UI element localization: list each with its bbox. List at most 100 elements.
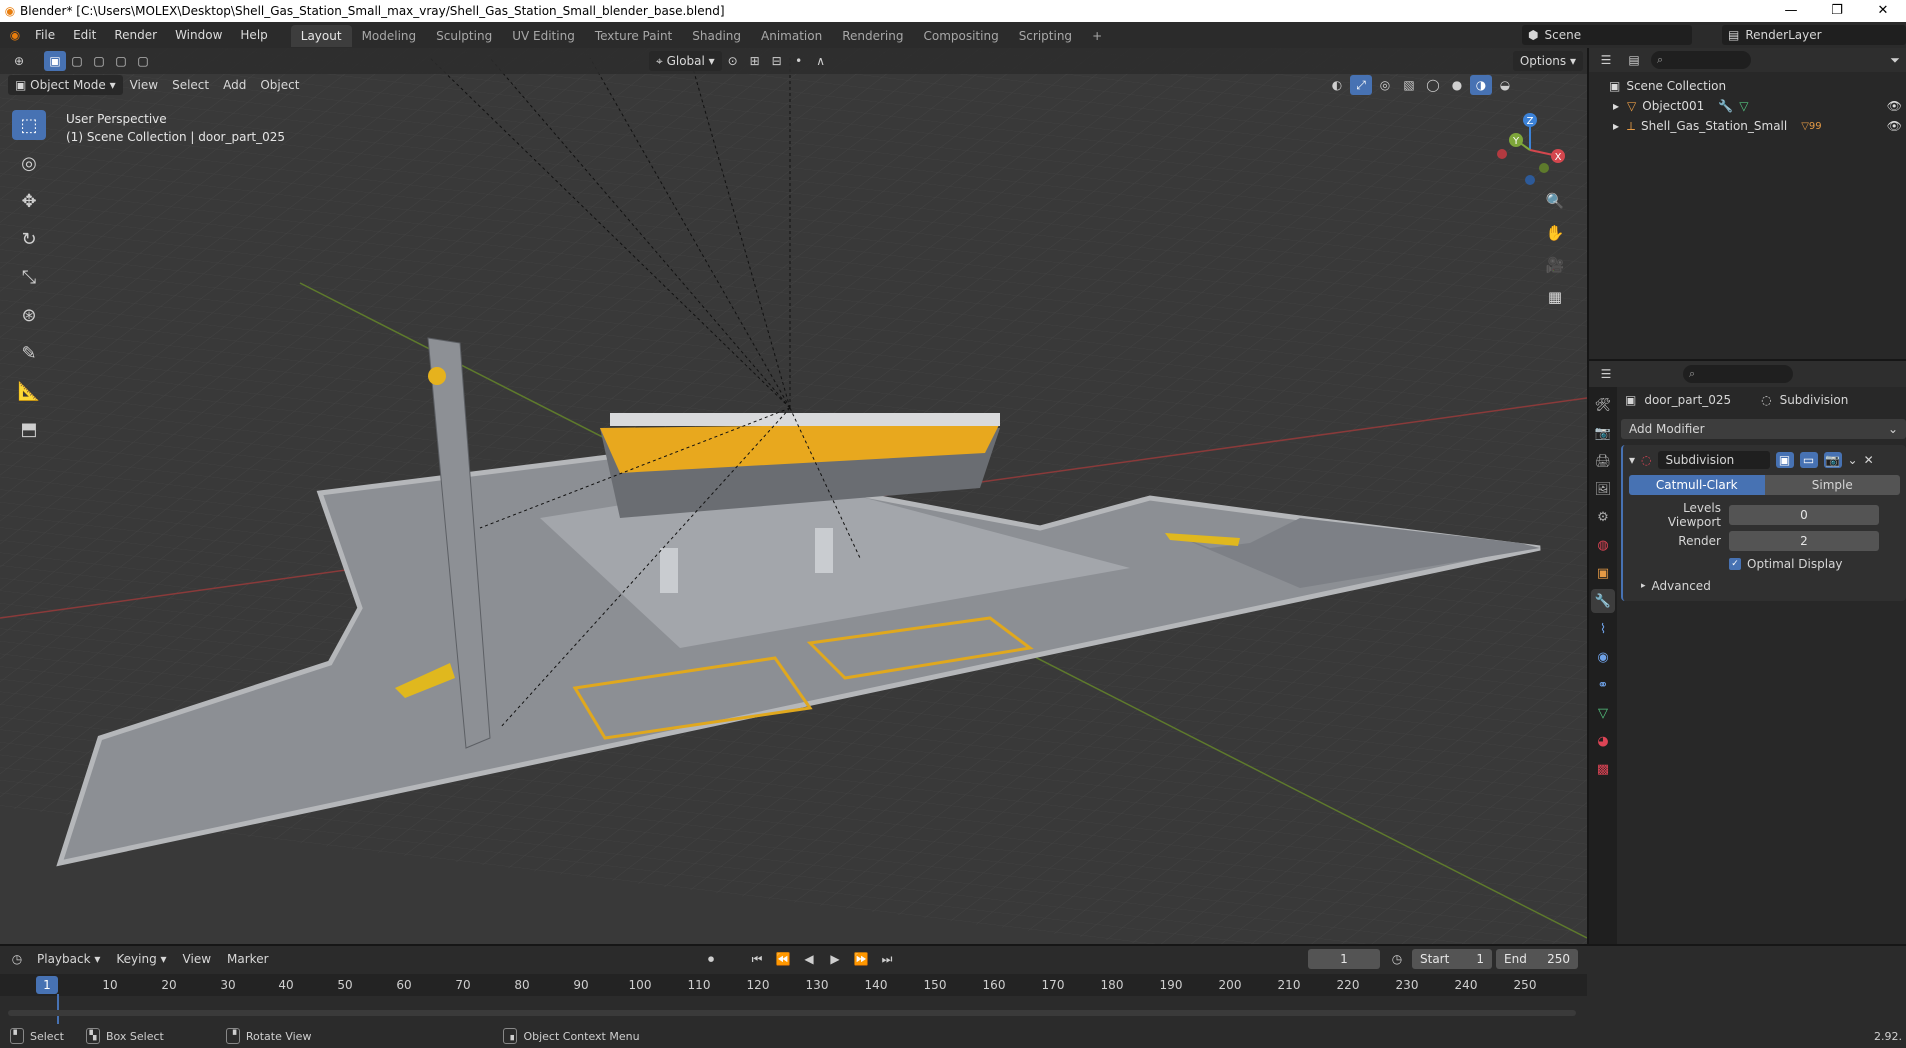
display-mode-icon[interactable]: ▤ — [1623, 50, 1645, 70]
constraints-tab-icon[interactable]: ⚭ — [1591, 673, 1615, 697]
record-icon[interactable]: ⏺ — [700, 949, 722, 969]
ortho-grid-icon[interactable]: ▦ — [1543, 286, 1567, 308]
select-invert-icon[interactable]: ▢ — [110, 51, 132, 71]
menu-object[interactable]: Object — [253, 75, 306, 95]
measure-tool-icon[interactable]: 📐 — [12, 376, 46, 406]
render-toggle-icon[interactable]: 📷 — [1823, 452, 1842, 468]
zoom-icon[interactable]: 🔍 — [1543, 190, 1567, 212]
tab-uv-editing[interactable]: UV Editing — [502, 25, 585, 47]
minimize-button[interactable]: — — [1768, 0, 1814, 22]
tab-texture-paint[interactable]: Texture Paint — [585, 25, 682, 47]
rendered-shading-icon[interactable]: ◒ — [1494, 75, 1516, 95]
solid-shading-icon[interactable]: ● — [1446, 75, 1468, 95]
remove-modifier-icon[interactable]: ✕ — [1864, 453, 1874, 467]
render-layer-selector[interactable]: ▤ RenderLayer — [1722, 25, 1906, 45]
pan-hand-icon[interactable]: ✋ — [1543, 222, 1567, 244]
scale-tool-icon[interactable]: ⤡ — [12, 262, 46, 292]
object-mode-dropdown[interactable]: ▣ Object Mode ▾ — [8, 75, 123, 95]
camera-view-icon[interactable]: 🎥 — [1543, 254, 1567, 276]
start-frame-field[interactable]: Start 1 — [1412, 949, 1492, 969]
annotate-tool-icon[interactable]: ✎ — [12, 338, 46, 368]
tool-tab-icon[interactable]: 🛠 — [1591, 393, 1615, 417]
snap-target-icon[interactable]: ⊟ — [766, 51, 788, 71]
scene-collection-row[interactable]: ▣ Scene Collection — [1609, 76, 1906, 96]
optimal-display-checkbox[interactable]: ✓ — [1729, 558, 1741, 570]
advanced-subpanel[interactable]: ▸ Advanced — [1629, 579, 1900, 593]
menu-view[interactable]: View — [176, 949, 218, 969]
physics-tab-icon[interactable]: ◉ — [1591, 645, 1615, 669]
frame-ruler[interactable]: 1 10 20 30 40 50 60 70 80 90 100 110 120… — [0, 974, 1587, 1024]
material-tab-icon[interactable]: ◕ — [1591, 729, 1615, 753]
close-button[interactable]: ✕ — [1860, 0, 1906, 22]
timeline-scrollbar[interactable] — [8, 1010, 1576, 1016]
world-tab-icon[interactable]: ◍ — [1591, 533, 1615, 557]
expand-arrow-icon[interactable]: ▸ — [1613, 119, 1619, 133]
tab-modeling[interactable]: Modeling — [352, 25, 427, 47]
transform-orientation-dropdown[interactable]: ⌖ Global ▾ — [649, 51, 722, 71]
outliner-item-shell-gas-station[interactable]: ▸ ⟂ Shell_Gas_Station_Small ▽99 👁 — [1609, 116, 1906, 136]
gizmo-neg-z[interactable] — [1525, 175, 1535, 185]
catmull-clark-button[interactable]: Catmull-Clark — [1629, 475, 1765, 495]
navigation-gizmo[interactable]: Z X Y — [1490, 110, 1570, 190]
menu-file[interactable]: File — [26, 22, 64, 48]
xray-toggle-icon[interactable]: ▧ — [1398, 75, 1420, 95]
menu-render[interactable]: Render — [105, 22, 166, 48]
next-keyframe-icon[interactable]: ⏩ — [850, 949, 872, 969]
select-subtract-icon[interactable]: ▢ — [88, 51, 110, 71]
editor-type-icon[interactable]: ⊕ — [8, 51, 30, 71]
playhead-frame-indicator[interactable]: 1 — [36, 976, 58, 994]
visibility-icon[interactable]: ◐ — [1326, 75, 1348, 95]
viewport-toggle-icon[interactable]: ▭ — [1799, 452, 1818, 468]
visibility-eye-icon[interactable]: 👁 — [1887, 99, 1902, 113]
current-frame-field[interactable]: 1 — [1308, 949, 1380, 969]
blender-menu-icon[interactable]: ◉ — [4, 25, 26, 45]
gizmo-neg-x[interactable] — [1497, 149, 1507, 159]
outliner-editor-icon[interactable]: ☰ — [1595, 50, 1617, 70]
data-tab-icon[interactable]: ▽ — [1591, 701, 1615, 725]
modifier-name-field[interactable]: Subdivision — [1657, 451, 1770, 469]
maximize-button[interactable]: ❐ — [1814, 0, 1860, 22]
filter-icon[interactable]: ⏷ — [1884, 50, 1906, 70]
tab-compositing[interactable]: Compositing — [913, 25, 1008, 47]
select-mode-icon[interactable]: ▣ — [44, 51, 66, 71]
rotate-tool-icon[interactable]: ↻ — [12, 224, 46, 254]
texture-tab-icon[interactable]: ▩ — [1591, 757, 1615, 781]
menu-help[interactable]: Help — [231, 22, 276, 48]
preview-range-icon[interactable]: ◷ — [1386, 949, 1408, 969]
transform-tool-icon[interactable]: ⊛ — [12, 300, 46, 330]
snap-icon[interactable]: ⊞ — [744, 51, 766, 71]
select-extend-icon[interactable]: ▢ — [66, 51, 88, 71]
keying-dropdown[interactable]: Keying ▾ — [109, 949, 173, 969]
proportional-edit-icon[interactable]: • — [788, 51, 810, 71]
select-intersect-icon[interactable]: ▢ — [132, 51, 154, 71]
render-tab-icon[interactable]: 📷 — [1591, 421, 1615, 445]
collapse-arrow-icon[interactable]: ▾ — [1629, 453, 1635, 467]
menu-edit[interactable]: Edit — [64, 22, 105, 48]
tab-sculpting[interactable]: Sculpting — [426, 25, 502, 47]
falloff-icon[interactable]: ∧ — [810, 51, 832, 71]
levels-viewport-field[interactable]: 0 — [1729, 505, 1879, 525]
menu-marker[interactable]: Marker — [220, 949, 275, 969]
edit-mode-toggle-icon[interactable]: ▣ — [1775, 452, 1794, 468]
material-shading-icon[interactable]: ◑ — [1470, 75, 1492, 95]
overlay-toggle-icon[interactable]: ◎ — [1374, 75, 1396, 95]
menu-view[interactable]: View — [123, 75, 165, 95]
wireframe-shading-icon[interactable]: ◯ — [1422, 75, 1444, 95]
optimal-display-row[interactable]: ✓ Optimal Display — [1629, 557, 1900, 571]
move-tool-icon[interactable]: ✥ — [12, 186, 46, 216]
3d-viewport[interactable]: ⊕ ▣ ▢ ▢ ▢ ▢ ⌖ Global ▾ ⊙ ⊞ ⊟ • ∧ Options… — [0, 48, 1587, 944]
outliner-search-input[interactable]: ⌕ — [1651, 51, 1751, 69]
gizmo-toggle-icon[interactable]: ⤢ — [1350, 75, 1372, 95]
timeline-editor-icon[interactable]: ◷ — [6, 949, 28, 969]
scene-tab-icon[interactable]: ⚙ — [1591, 505, 1615, 529]
object-tab-icon[interactable]: ▣ — [1591, 561, 1615, 585]
menu-window[interactable]: Window — [166, 22, 231, 48]
pivot-point-icon[interactable]: ⊙ — [722, 51, 744, 71]
view-layer-tab-icon[interactable]: 🖼 — [1591, 477, 1615, 501]
visibility-eye-icon[interactable]: 👁 — [1887, 119, 1902, 133]
menu-add[interactable]: Add — [216, 75, 253, 95]
end-frame-field[interactable]: End 250 — [1496, 949, 1578, 969]
add-cube-tool-icon[interactable]: ⬒ — [12, 414, 46, 444]
outliner-item-object001[interactable]: ▸ ▽ Object001 🔧 ▽ 👁 — [1609, 96, 1906, 116]
tab-rendering[interactable]: Rendering — [832, 25, 913, 47]
